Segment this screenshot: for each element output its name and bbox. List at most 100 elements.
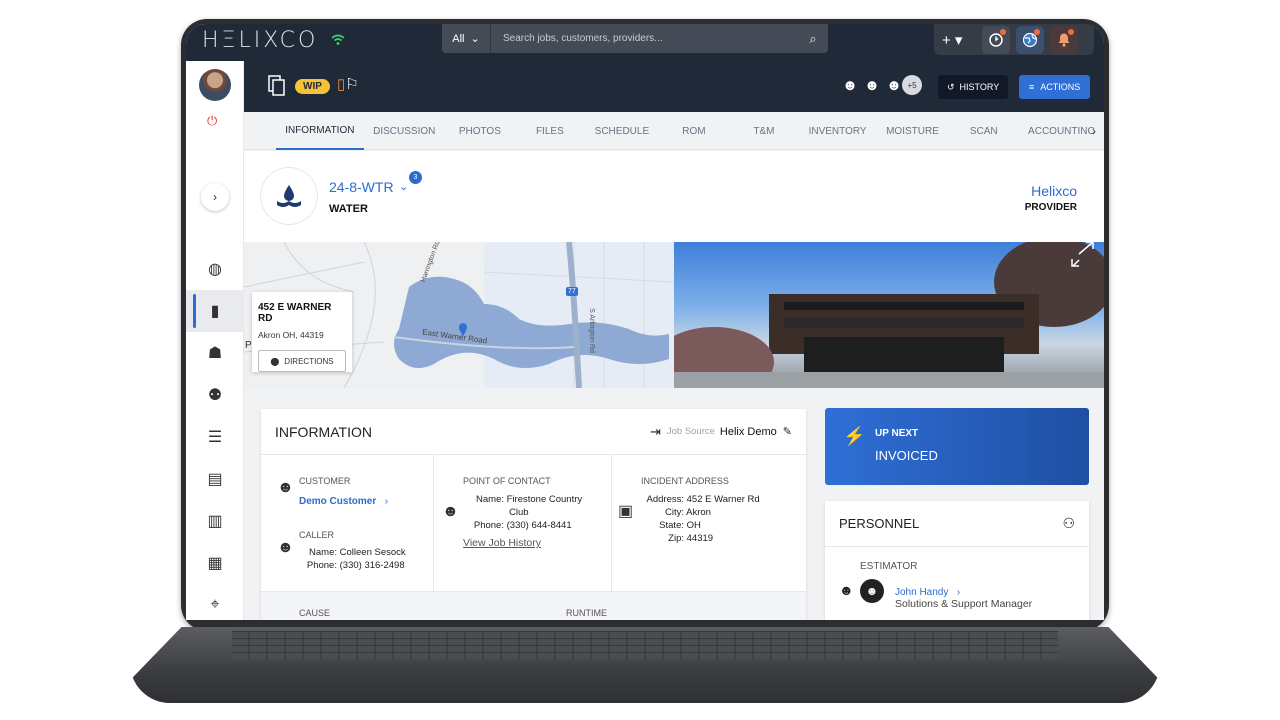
app-screen: HΞLIXCO All ⌄ ⌕ + ▾	[186, 24, 1104, 620]
history-icon: ↺	[947, 81, 955, 92]
provider-name-link[interactable]: Helixco	[1031, 183, 1077, 199]
sidebar-item-reports[interactable]: ▥	[186, 500, 244, 542]
customer-name-link[interactable]: Demo Customer	[299, 496, 376, 507]
city-key: City:	[665, 507, 684, 518]
search-icon[interactable]: ⌕	[798, 31, 828, 47]
timer-alert-dot	[1000, 28, 1006, 35]
street-view-photo[interactable]	[674, 242, 1104, 388]
helixco-logo[interactable]: HΞLIXCO	[202, 28, 318, 53]
caller-label: CALLER	[299, 530, 335, 540]
tab-files[interactable]: FILES	[515, 112, 585, 150]
person-icon: ☻	[277, 539, 294, 556]
edit-pencil-icon[interactable]: ✎	[783, 425, 792, 438]
poc-phone-key: Phone:	[473, 520, 504, 531]
interstate-shield-icon: 77	[566, 287, 578, 296]
actions-button[interactable]: ≡ ACTIONS	[1019, 75, 1091, 99]
sidebar-item-calendar[interactable]: ▦	[186, 542, 244, 584]
job-banner: 24-8-WTR ⌄ 3 WATER Helixco PROVIDER	[244, 151, 1104, 242]
view-job-history-link[interactable]: View Job History	[463, 537, 541, 549]
tab-information[interactable]: INFORMATION	[276, 112, 364, 150]
poc-label: POINT OF CONTACT	[463, 476, 551, 486]
location-map[interactable]: Harrington Rd East Warner Road S Arlingt…	[244, 242, 674, 388]
chevron-down-icon[interactable]: ⌄	[399, 180, 408, 193]
personnel-name-link[interactable]: John Handy	[895, 587, 948, 598]
sidebar-item-globe[interactable]: ◍	[186, 248, 244, 290]
address-key: Address:	[646, 494, 685, 505]
map-pin-icon: ⬤	[270, 356, 280, 366]
tab-inventory[interactable]: INVENTORY	[799, 112, 876, 150]
sidebar-item-clipboard[interactable]: ▤	[186, 458, 244, 500]
checklist-icon: ☰	[207, 429, 223, 446]
menu-lines-icon: ≡	[1029, 82, 1035, 92]
expand-sidebar-button[interactable]: ›	[201, 183, 229, 211]
up-next-label: UP NEXT	[875, 428, 919, 439]
tab-scan[interactable]: SCAN	[949, 112, 1019, 150]
water-splash-icon	[260, 167, 318, 225]
job-tabs: INFORMATION DISCUSSION PHOTOS FILES SCHE…	[244, 112, 1104, 150]
map-road-label: S Arlington Rd	[587, 308, 595, 353]
customer-label: CUSTOMER	[299, 476, 351, 486]
sidebar-item-providers[interactable]: ⚉	[186, 374, 244, 416]
top-right-tools: + ▾	[934, 24, 1094, 55]
person-icon: ☻	[840, 75, 860, 95]
city-value: Akron	[686, 507, 711, 518]
timer-button[interactable]	[982, 25, 1010, 54]
person-icon: ☻	[862, 75, 882, 95]
search-input[interactable]	[491, 33, 798, 44]
logout-icon[interactable]: ⏻	[207, 113, 217, 129]
calendar-icon: ▦	[207, 555, 223, 572]
tab-photos[interactable]: PHOTOS	[445, 112, 515, 150]
sidebar-item-contacts[interactable]: ☗	[186, 332, 244, 374]
global-search: All ⌄ ⌕	[442, 24, 828, 53]
personnel-position: Solutions & Support Manager	[895, 598, 1033, 610]
quick-add-button[interactable]: + ▾	[942, 31, 976, 49]
user-avatar[interactable]	[199, 69, 231, 101]
laptop-keyboard	[232, 631, 1058, 659]
globe-alert-dot	[1034, 28, 1040, 35]
caller-phone: (330) 316-2498	[339, 560, 405, 571]
person-icon: ☻	[277, 479, 294, 496]
state-value: OH	[686, 520, 701, 531]
customer-link-row[interactable]: Demo Customer ›	[299, 491, 388, 509]
caller-details: Name: Colleen Sesock Phone: (330) 316-24…	[305, 546, 406, 572]
personnel-avatar[interactable]: ☻	[860, 579, 884, 603]
notifications-button[interactable]	[1050, 25, 1078, 54]
history-label: HISTORY	[959, 82, 1000, 92]
person-icon: ☻	[884, 75, 904, 95]
job-number-link[interactable]: 24-8-WTR	[329, 179, 394, 195]
tab-tm[interactable]: T&M	[729, 112, 799, 150]
search-scope-select[interactable]: All ⌄	[442, 24, 491, 53]
assigned-people[interactable]: ☻ ☻ ☻ +5	[840, 75, 922, 95]
sidebar-item-tasks[interactable]: ☰	[186, 416, 244, 458]
top-navbar: HΞLIXCO All ⌄ ⌕ + ▾	[186, 24, 1104, 61]
tab-discussion[interactable]: DISCUSSION	[364, 112, 445, 150]
up-next-value: INVOICED	[875, 448, 938, 463]
history-button[interactable]: ↺ HISTORY	[938, 75, 1009, 99]
tabs-scroll-right-icon[interactable]: ›	[1092, 124, 1096, 138]
personnel-title: PERSONNEL	[839, 516, 920, 531]
documents-icon[interactable]	[268, 75, 286, 97]
status-badge[interactable]: WIP	[295, 79, 330, 94]
up-next-card[interactable]: ⚡ UP NEXT INVOICED	[825, 408, 1089, 485]
people-group-icon: ☗	[207, 345, 223, 362]
flag-icon[interactable]: ⚐	[345, 76, 358, 93]
poc-name-line2: Club	[509, 507, 529, 518]
tab-schedule[interactable]: SCHEDULE	[585, 112, 659, 150]
incident-address-column: INCIDENT ADDRESS ▣ Address: 452 E Warner…	[612, 455, 806, 591]
job-source-icon: ⇥	[649, 423, 661, 439]
sidebar-item-map[interactable]: ⌖	[186, 584, 244, 620]
information-header: INFORMATION ⇥ Job Source Helix Demo ✎	[261, 409, 806, 455]
directions-button[interactable]: ⬤ DIRECTIONS	[258, 350, 346, 372]
information-card: INFORMATION ⇥ Job Source Helix Demo ✎ ☻ …	[261, 409, 806, 620]
poc-name-key: Name:	[476, 494, 504, 505]
zip-value: 44319	[686, 533, 714, 544]
tab-rom[interactable]: ROM	[659, 112, 729, 150]
job-type: WATER	[329, 203, 368, 215]
global-button[interactable]	[1016, 25, 1044, 54]
wifi-icon	[331, 34, 345, 45]
job-flags: ▯⚐	[337, 75, 359, 93]
tab-moisture[interactable]: MOISTURE	[876, 112, 949, 150]
address-street: 452 E WARNER RD	[258, 302, 332, 324]
sidebar-item-jobs[interactable]: ▮	[186, 290, 244, 332]
add-person-icon[interactable]: ⚇	[1062, 515, 1075, 532]
